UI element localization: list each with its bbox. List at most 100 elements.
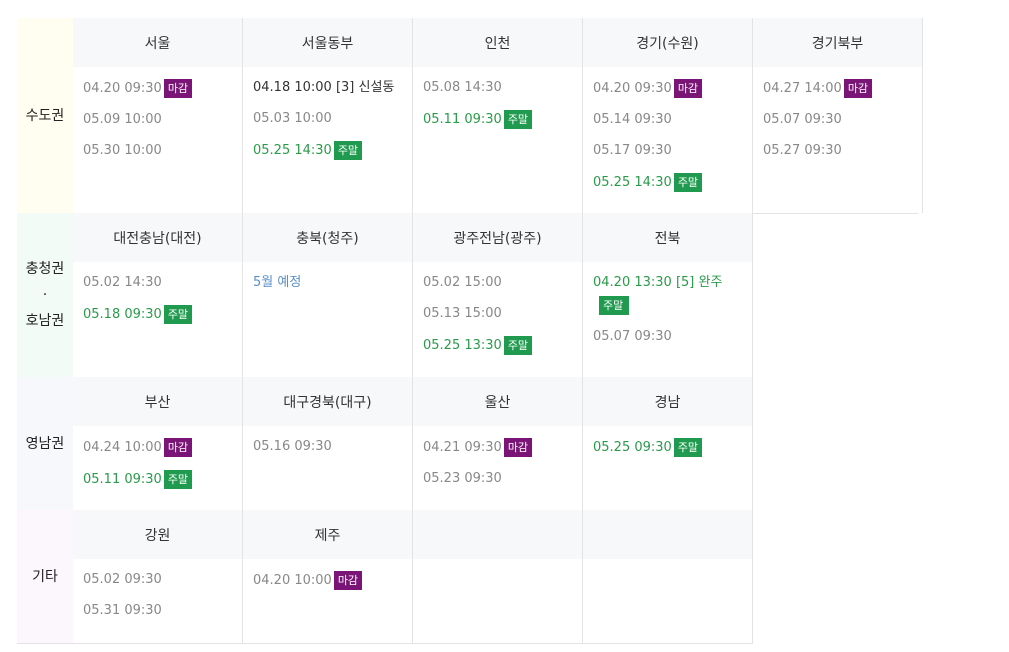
city-cell: 인천 05.08 14:30 05.11 09:30 주말 <box>413 18 583 213</box>
schedule-datetime: 05.25 14:30 <box>593 175 672 190</box>
region-row: 기타 강원 05.02 09:30 05.31 09:30 제주 04.20 10:00 마… <box>17 510 753 643</box>
schedule-item[interactable]: 04.20 10:00 마감 <box>253 571 412 590</box>
schedule-item[interactable]: 05.18 09:30 주말 <box>83 305 242 324</box>
schedule-item[interactable]: 05.25 14:30 주말 <box>593 173 752 192</box>
schedule-item[interactable]: 05.16 09:30 <box>253 438 412 456</box>
schedule-list: 04.18 10:00 [3] 신설동 05.03 10:00 05.25 14:3… <box>243 67 412 160</box>
schedule-datetime: 05.07 09:30 <box>593 329 672 344</box>
schedule-datetime: 04.20 13:30 [5] 완주 <box>593 275 723 290</box>
city-name: 강원 <box>73 510 242 559</box>
schedule-item[interactable]: 05.31 09:30 <box>83 602 242 620</box>
region-label-text: 기타 <box>32 568 58 585</box>
schedule-item[interactable]: 05.11 09:30 주말 <box>83 470 242 489</box>
schedule-item[interactable]: 05.02 09:30 <box>83 571 242 589</box>
closed-badge: 마감 <box>673 79 703 98</box>
schedule-item[interactable]: 05.23 09:30 <box>423 470 582 488</box>
schedule-datetime: 05.11 09:30 <box>83 472 162 487</box>
city-cell: 전북 04.20 13:30 [5] 완주주말 05.07 09:30 <box>583 213 753 377</box>
weekend-badge: 주말 <box>599 296 629 315</box>
schedule-item[interactable]: 05.25 09:30 주말 <box>593 438 752 457</box>
schedule-item[interactable]: 04.24 10:00 마감 <box>83 438 242 457</box>
schedule-datetime: 05.02 14:30 <box>83 275 162 290</box>
city-name: 대전충남(대전) <box>73 213 242 262</box>
city-cell: 대구경북(대구) 05.16 09:30 <box>243 377 413 510</box>
schedule-list: 05.02 09:30 05.31 09:30 <box>73 559 242 620</box>
weekend-badge: 주말 <box>673 173 703 192</box>
schedule-item[interactable]: 04.20 09:30 마감 <box>83 79 242 98</box>
schedule-item[interactable]: 04.27 14:00 마감 <box>763 79 922 98</box>
schedule-list: 04.20 10:00 마감 <box>243 559 412 590</box>
schedule-datetime: 05.25 09:30 <box>593 440 672 455</box>
schedule-item[interactable]: 05.14 09:30 <box>593 111 752 129</box>
schedule-item[interactable]: 04.20 13:30 [5] 완주주말 <box>593 274 752 315</box>
schedule-item[interactable]: 04.21 09:30 마감 <box>423 438 582 457</box>
schedule-item[interactable]: 5월 예정 <box>253 274 412 292</box>
city-cell: 충북(청주) 5월 예정 <box>243 213 413 377</box>
region-label-text: · <box>42 287 48 303</box>
schedule-datetime: 04.21 09:30 <box>423 440 502 455</box>
schedule-datetime: 05.18 09:30 <box>83 307 162 322</box>
city-cell: 대전충남(대전) 05.02 14:30 05.18 09:30 주말 <box>73 213 243 377</box>
region-label: 충청권 · 호남권 <box>17 213 74 377</box>
schedule-item[interactable]: 04.20 09:30 마감 <box>593 79 752 98</box>
closed-badge: 마감 <box>333 571 363 590</box>
schedule-item[interactable]: 05.03 10:00 <box>253 110 412 128</box>
schedule-list: 05.02 14:30 05.18 09:30 주말 <box>73 262 242 324</box>
schedule-datetime: 05.09 10:00 <box>83 112 162 127</box>
schedule-datetime: 05.23 09:30 <box>423 471 502 486</box>
schedule-list: 05.16 09:30 <box>243 426 412 456</box>
city-cell: 제주 04.20 10:00 마감 <box>243 510 413 643</box>
weekend-badge: 주말 <box>673 438 703 457</box>
weekend-badge: 주말 <box>503 336 533 355</box>
schedule-item[interactable]: 05.02 15:00 <box>423 274 582 292</box>
schedule-item[interactable]: 05.13 15:00 <box>423 305 582 323</box>
schedule-datetime: 05.02 09:30 <box>83 572 162 587</box>
schedule-item[interactable]: 05.09 10:00 <box>83 111 242 129</box>
city-name <box>413 510 582 559</box>
region-label: 기타 <box>17 510 74 643</box>
schedule-datetime: 05.27 09:30 <box>763 143 842 158</box>
schedule-datetime: 05.25 13:30 <box>423 338 502 353</box>
city-cell: 울산 04.21 09:30 마감 05.23 09:30 <box>413 377 583 510</box>
closed-badge: 마감 <box>163 79 193 98</box>
schedule-item[interactable]: 05.02 14:30 <box>83 274 242 292</box>
closed-badge: 마감 <box>843 79 873 98</box>
schedule-datetime: 05.31 09:30 <box>83 603 162 618</box>
schedule-item[interactable]: 05.25 13:30 주말 <box>423 336 582 355</box>
region-label-text: 수도권 <box>25 107 65 124</box>
city-name: 울산 <box>413 377 582 426</box>
region-row: 수도권 서울 04.20 09:30 마감 05.09 10:00 05.30 10:00… <box>17 18 923 213</box>
region-row: 충청권 · 호남권 대전충남(대전) 05.02 14:30 05.18 09:30 주말 충… <box>17 213 753 377</box>
schedule-item[interactable]: 05.11 09:30 주말 <box>423 110 582 129</box>
table-top-header <box>17 0 918 19</box>
weekend-badge: 주말 <box>333 141 363 160</box>
city-cell <box>413 510 583 643</box>
schedule-list <box>583 559 752 571</box>
schedule-datetime: 5월 예정 <box>253 275 302 290</box>
closed-badge: 마감 <box>503 438 533 457</box>
city-name: 전북 <box>583 213 752 262</box>
schedule-item[interactable]: 05.27 09:30 <box>763 142 922 160</box>
schedule-datetime: 05.08 14:30 <box>423 80 502 95</box>
city-cell: 경남 05.25 09:30 주말 <box>583 377 753 510</box>
schedule-datetime: 05.03 10:00 <box>253 111 332 126</box>
city-name: 경남 <box>583 377 752 426</box>
schedule-item[interactable]: 05.07 09:30 <box>593 328 752 346</box>
city-name: 서울동부 <box>243 18 412 67</box>
schedule-item[interactable]: 05.30 10:00 <box>83 142 242 160</box>
schedule-item[interactable]: 05.07 09:30 <box>763 111 922 129</box>
schedule-list <box>413 559 582 571</box>
city-cell: 서울동부 04.18 10:00 [3] 신설동 05.03 10:00 05.25 … <box>243 18 413 213</box>
schedule-item[interactable]: 05.25 14:30 주말 <box>253 141 412 160</box>
region-label-text: 충청권 <box>25 261 65 277</box>
region-row: 영남권 부산 04.24 10:00 마감 05.11 09:30 주말 대구경북(대구) 0… <box>17 377 753 510</box>
city-name: 광주전남(광주) <box>413 213 582 262</box>
schedule-datetime: 04.20 09:30 <box>83 81 162 96</box>
schedule-item[interactable]: 05.08 14:30 <box>423 79 582 97</box>
city-name: 충북(청주) <box>243 213 412 262</box>
schedule-item[interactable]: 04.18 10:00 [3] 신설동 <box>253 79 412 97</box>
schedule-list: 05.08 14:30 05.11 09:30 주말 <box>413 67 582 129</box>
schedule-datetime: 05.11 09:30 <box>423 112 502 127</box>
region-label: 영남권 <box>17 377 74 510</box>
schedule-item[interactable]: 05.17 09:30 <box>593 142 752 160</box>
